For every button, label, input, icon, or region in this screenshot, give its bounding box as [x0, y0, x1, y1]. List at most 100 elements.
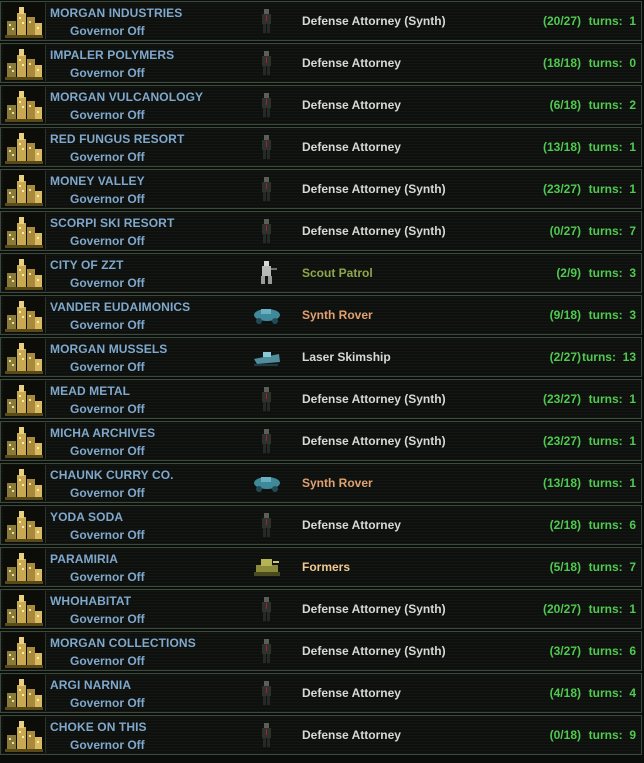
- city-name[interactable]: IMPALER POLYMERS: [50, 48, 174, 62]
- governor-status[interactable]: Governor Off: [70, 24, 145, 38]
- skimship-icon: [251, 342, 283, 372]
- production-item[interactable]: Scout Patrol: [302, 266, 373, 280]
- city-row[interactable]: MONEY VALLEY Governor Off Defense Attorney…: [0, 169, 642, 209]
- city-row[interactable]: CITY OF ZZT Governor Off Scout Patrol (2/9)…: [0, 253, 642, 293]
- governor-status[interactable]: Governor Off: [70, 612, 145, 626]
- city-row[interactable]: CHOKE ON THIS Governor Off Defense Attorne…: [0, 715, 642, 755]
- city-row[interactable]: IMPALER POLYMERS Governor Off Defense Atto…: [0, 43, 642, 83]
- production-item[interactable]: Defense Attorney (Synth): [302, 644, 446, 658]
- production-progress: (9/18): [549, 308, 581, 322]
- attorney-icon: [251, 510, 283, 540]
- production-progress: (4/18): [549, 686, 581, 700]
- governor-status[interactable]: Governor Off: [70, 696, 145, 710]
- turns-remaining: turns: 7: [588, 224, 636, 238]
- governor-status[interactable]: Governor Off: [70, 486, 145, 500]
- turns-remaining: turns: 13: [581, 350, 636, 364]
- production-item[interactable]: Defense Attorney: [302, 728, 401, 742]
- city-row[interactable]: ARGI NARNIA Governor Off Defense Attorney (…: [0, 673, 642, 713]
- city-row[interactable]: MORGAN VULCANOLOGY Governor Off Defense At…: [0, 85, 642, 125]
- city-row[interactable]: RED FUNGUS RESORT Governor Off Defense Att…: [0, 127, 642, 167]
- production-item[interactable]: Defense Attorney: [302, 56, 401, 70]
- production-item[interactable]: Defense Attorney (Synth): [302, 224, 446, 238]
- city-icon: [3, 717, 46, 753]
- governor-status[interactable]: Governor Off: [70, 318, 145, 332]
- turns-remaining: turns: 6: [588, 518, 636, 532]
- governor-status[interactable]: Governor Off: [70, 402, 145, 416]
- attorney-icon: [251, 216, 283, 246]
- city-name[interactable]: MORGAN COLLECTIONS: [50, 636, 196, 650]
- governor-status[interactable]: Governor Off: [70, 192, 145, 206]
- production-item[interactable]: Defense Attorney (Synth): [302, 392, 446, 406]
- city-row[interactable]: YODA SODA Governor Off Defense Attorney (2/…: [0, 505, 642, 545]
- city-name[interactable]: MORGAN INDUSTRIES: [50, 6, 182, 20]
- production-progress: (0/27): [549, 224, 581, 238]
- turns-remaining: turns: 1: [588, 434, 636, 448]
- production-item[interactable]: Defense Attorney (Synth): [302, 434, 446, 448]
- city-row[interactable]: MORGAN INDUSTRIES Governor Off Defense Att…: [0, 1, 642, 41]
- production-item[interactable]: Defense Attorney: [302, 686, 401, 700]
- governor-status[interactable]: Governor Off: [70, 738, 145, 752]
- city-name[interactable]: MEAD METAL: [50, 384, 130, 398]
- city-row[interactable]: MICHA ARCHIVES Governor Off Defense Attorn…: [0, 421, 642, 461]
- governor-status[interactable]: Governor Off: [70, 528, 145, 542]
- city-name[interactable]: MONEY VALLEY: [50, 174, 145, 188]
- city-row[interactable]: MORGAN COLLECTIONS Governor Off Defense At…: [0, 631, 642, 671]
- governor-status[interactable]: Governor Off: [70, 444, 145, 458]
- governor-status[interactable]: Governor Off: [70, 276, 145, 290]
- city-row[interactable]: PARAMIRIA Governor Off Formers (5/18) turns:…: [0, 547, 642, 587]
- governor-status[interactable]: Governor Off: [70, 234, 145, 248]
- governor-status[interactable]: Governor Off: [70, 360, 145, 374]
- production-item[interactable]: Formers: [302, 560, 350, 574]
- city-row[interactable]: MORGAN MUSSELS Governor Off Laser Skimship…: [0, 337, 642, 377]
- production-item[interactable]: Synth Rover: [302, 308, 373, 322]
- production-item[interactable]: Defense Attorney: [302, 140, 401, 154]
- attorney-icon: [251, 6, 283, 36]
- governor-status[interactable]: Governor Off: [70, 108, 145, 122]
- city-name[interactable]: MORGAN VULCANOLOGY: [50, 90, 203, 104]
- city-name[interactable]: MORGAN MUSSELS: [50, 342, 167, 356]
- turns-remaining: turns: 1: [588, 602, 636, 616]
- production-item[interactable]: Synth Rover: [302, 476, 373, 490]
- turns-remaining: turns: 1: [588, 476, 636, 490]
- city-icon: [3, 381, 46, 417]
- production-item[interactable]: Defense Attorney (Synth): [302, 602, 446, 616]
- governor-status[interactable]: Governor Off: [70, 654, 145, 668]
- city-name[interactable]: CHAUNK CURRY CO.: [50, 468, 174, 482]
- scout-icon: [251, 258, 283, 288]
- city-icon: [3, 633, 46, 669]
- governor-status[interactable]: Governor Off: [70, 150, 145, 164]
- city-name[interactable]: SCORPI SKI RESORT: [50, 216, 174, 230]
- attorney-icon: [251, 90, 283, 120]
- attorney-icon: [251, 174, 283, 204]
- governor-status[interactable]: Governor Off: [70, 570, 145, 584]
- production-item[interactable]: Defense Attorney: [302, 518, 401, 532]
- city-row[interactable]: CHAUNK CURRY CO. Governor Off Synth Rover (…: [0, 463, 642, 503]
- city-row[interactable]: SCORPI SKI RESORT Governor Off Defense Att…: [0, 211, 642, 251]
- production-progress: (23/27): [542, 434, 581, 448]
- city-row[interactable]: WHOHABITAT Governor Off Defense Attorney (…: [0, 589, 642, 629]
- attorney-icon: [251, 720, 283, 750]
- city-row[interactable]: VANDER EUDAIMONICS Governor Off Synth Rove…: [0, 295, 642, 335]
- city-name[interactable]: YODA SODA: [50, 510, 123, 524]
- production-item[interactable]: Defense Attorney (Synth): [302, 182, 446, 196]
- production-item[interactable]: Defense Attorney (Synth): [302, 14, 446, 28]
- attorney-icon: [251, 132, 283, 162]
- city-row[interactable]: MEAD METAL Governor Off Defense Attorney (…: [0, 379, 642, 419]
- governor-status[interactable]: Governor Off: [70, 66, 145, 80]
- city-name[interactable]: CHOKE ON THIS: [50, 720, 147, 734]
- city-name[interactable]: WHOHABITAT: [50, 594, 131, 608]
- city-icon: [3, 339, 46, 375]
- production-item[interactable]: Defense Attorney: [302, 98, 401, 112]
- city-name[interactable]: RED FUNGUS RESORT: [50, 132, 184, 146]
- city-icon: [3, 255, 46, 291]
- city-name[interactable]: PARAMIRIA: [50, 552, 118, 566]
- attorney-icon: [251, 384, 283, 414]
- city-name[interactable]: MICHA ARCHIVES: [50, 426, 155, 440]
- city-icon: [3, 171, 46, 207]
- turns-remaining: turns: 6: [588, 644, 636, 658]
- city-name[interactable]: CITY OF ZZT: [50, 258, 124, 272]
- turns-remaining: turns: 1: [588, 14, 636, 28]
- city-name[interactable]: VANDER EUDAIMONICS: [50, 300, 190, 314]
- city-name[interactable]: ARGI NARNIA: [50, 678, 131, 692]
- production-item[interactable]: Laser Skimship: [302, 350, 391, 364]
